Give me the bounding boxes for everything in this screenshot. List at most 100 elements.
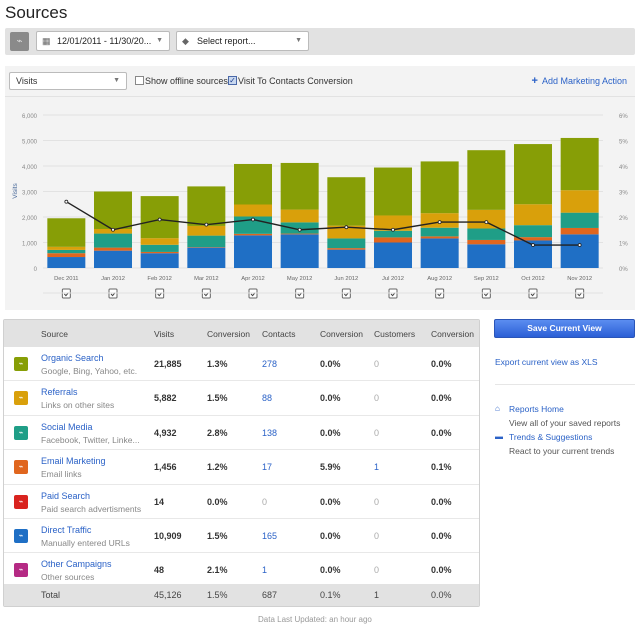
source-desc: Links on other sites — [41, 400, 115, 411]
bar-segment — [47, 246, 86, 250]
contact-conversion: 0.0% — [320, 359, 341, 369]
bar-segment — [560, 190, 599, 213]
col-source[interactable]: Source — [41, 329, 68, 339]
chart-panel: Visits ▼ Show offline sources ✓ Visit To … — [5, 66, 635, 310]
bar-segment — [140, 253, 179, 268]
contacts-value[interactable]: 138 — [262, 428, 277, 438]
contacts-value[interactable]: 165 — [262, 531, 277, 541]
customers-value: 0 — [374, 530, 380, 541]
bar-segment — [467, 228, 506, 240]
export-xls-link[interactable]: Export current view as XLS — [495, 357, 598, 367]
date-range-dropdown[interactable]: ▦ 12/01/2011 - 11/30/20... ▼ — [36, 31, 170, 51]
visits-value: 1,456 — [154, 462, 177, 473]
bar-segment — [374, 237, 412, 243]
bar-segment — [47, 218, 86, 247]
customer-conversion: 0.0% — [431, 530, 452, 541]
visit-conversion: 1.5% — [207, 530, 228, 541]
contact-conversion: 0.0% — [320, 427, 341, 438]
customers-value[interactable]: 1 — [374, 462, 379, 472]
visit-conversion: 0.0% — [207, 496, 228, 507]
bar-segment — [47, 253, 86, 258]
bar-segment — [327, 248, 366, 250]
visit-conversion: 2.8% — [207, 427, 228, 438]
table-row: ⌁ Direct Traffic Manually entered URLs 10,9… — [4, 519, 479, 554]
total-conv1: 1.5% — [207, 590, 228, 600]
bar-segment — [514, 225, 552, 238]
source-name-link[interactable]: Organic Search — [41, 353, 104, 363]
table-row: ⌁ Referrals Links on other sites 5,882 1.5% 8… — [4, 381, 479, 416]
bar-segment — [327, 238, 366, 249]
contact-conversion: 0.0% — [320, 530, 341, 541]
source-name-link[interactable]: Social Media — [41, 422, 93, 432]
table-row: ⌁ Other Campaigns Other sources 48 2.1% 1 0.0%… — [4, 553, 479, 588]
contacts-value[interactable]: 1 — [262, 565, 267, 575]
col-contacts[interactable]: Contacts — [262, 329, 296, 339]
bar-segment — [420, 161, 459, 214]
contacts-value[interactable]: 17 — [262, 462, 272, 472]
bar-segment — [234, 233, 272, 236]
conversion-point — [297, 227, 302, 232]
customers-value: 0 — [374, 393, 380, 404]
bar-segment — [140, 251, 179, 254]
x-tick-label: Apr 2012 — [241, 276, 265, 282]
contacts-value[interactable]: 88 — [262, 393, 272, 403]
conversion-point — [111, 227, 115, 232]
source-desc: Facebook, Twitter, Linke... — [41, 434, 140, 445]
col-customers[interactable]: Customers — [374, 329, 415, 339]
x-tick-label: Jun 2012 — [334, 276, 358, 282]
bar-segment — [94, 250, 132, 268]
conversion-point — [344, 225, 349, 230]
contacts-value[interactable]: 278 — [262, 359, 277, 369]
source-desc: Manually entered URLs — [41, 537, 130, 548]
x-tick-label: Nov 2012 — [567, 276, 592, 282]
x-tick-label: Sep 2012 — [474, 276, 499, 282]
contact-conversion: 0.0% — [320, 393, 341, 404]
visit-conversion: 1.3% — [207, 359, 228, 369]
y2-tick-label: 6% — [619, 114, 628, 120]
save-current-view-button[interactable]: Save Current View — [494, 319, 635, 338]
bar-segment — [234, 204, 272, 217]
y-tick-label: 2,000 — [22, 216, 38, 222]
x-tick-label: Jan 2012 — [101, 276, 125, 282]
bar-segment — [560, 137, 599, 191]
source-name-link[interactable]: Paid Search — [41, 491, 90, 501]
conversion-point — [484, 220, 489, 225]
visits-chart: 0 1,000 2,000 3,000 4,000 5,000 6,000 0% 1% 2% 3% 4… — [12, 114, 628, 299]
customer-conversion: 0.0% — [431, 565, 452, 576]
bar-segment — [280, 209, 319, 223]
trends-suggestions-link[interactable]: Trends & Suggestions — [509, 432, 592, 442]
bar-segment — [187, 235, 226, 248]
x-tick-label: Aug 2012 — [427, 276, 452, 282]
total-visits: 45,126 — [154, 590, 182, 600]
customers-value: 0 — [374, 359, 380, 369]
source-name-link[interactable]: Email Marketing — [41, 456, 106, 466]
sources-icon[interactable]: ⌁ — [10, 32, 29, 51]
bar-segment — [374, 242, 412, 268]
x-tick-label: Jul 2012 — [382, 276, 404, 282]
col-conversion[interactable]: Conversion — [320, 329, 363, 339]
reports-home-link[interactable]: Reports Home — [509, 404, 564, 414]
col-visits[interactable]: Visits — [154, 329, 174, 339]
source-name-link[interactable]: Direct Traffic — [41, 525, 91, 535]
bar-segment — [560, 227, 599, 235]
customer-conversion: 0.0% — [431, 427, 452, 438]
col-conversion[interactable]: Conversion — [207, 329, 250, 339]
bar-segment — [187, 247, 226, 268]
bar-segment — [187, 225, 226, 236]
customer-conversion: 0.0% — [431, 496, 452, 507]
contact-conversion: 0.0% — [320, 565, 341, 576]
report-dropdown[interactable]: ◆ Select report... ▼ — [176, 31, 309, 51]
trends-suggestions-desc: React to your current trends — [509, 446, 615, 456]
source-name-link[interactable]: Other Campaigns — [41, 559, 112, 569]
bar-segment — [374, 230, 412, 238]
total-label: Total — [41, 590, 61, 600]
bar-segment — [467, 244, 506, 268]
col-conversion[interactable]: Conversion — [431, 329, 474, 339]
briefcase-icon: ▬ — [495, 432, 503, 441]
x-tick-label: Dec 2011 — [54, 276, 78, 282]
conversion-point — [437, 220, 442, 225]
x-tick-label: Mar 2012 — [194, 276, 219, 282]
bar-segment — [420, 227, 459, 237]
source-name-link[interactable]: Referrals — [41, 387, 78, 397]
customers-value: 0 — [374, 565, 380, 576]
